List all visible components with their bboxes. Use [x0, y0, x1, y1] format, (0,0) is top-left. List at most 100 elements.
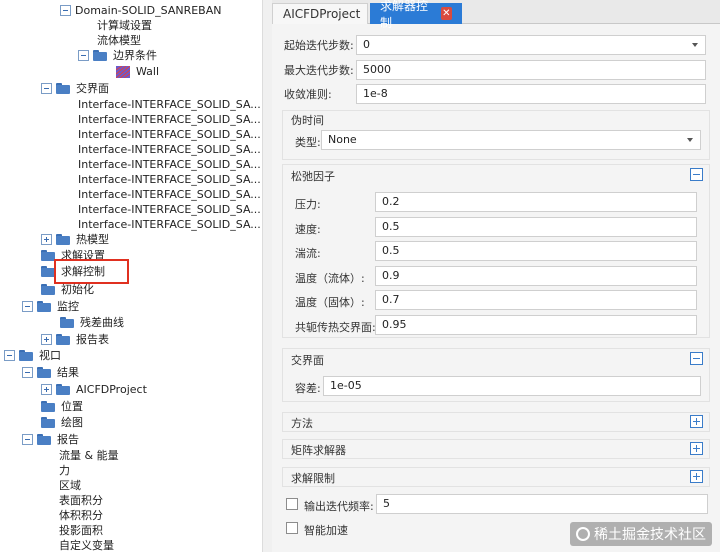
- tree-item-interface[interactable]: Interface-INTERFACE_SOLID_SA...: [78, 202, 261, 217]
- collapse-icon[interactable]: [78, 50, 89, 61]
- temp-fluid-label: 温度（流体）:: [295, 272, 365, 285]
- collapse-icon[interactable]: [60, 5, 71, 16]
- tree-item-report[interactable]: 报告: [22, 432, 79, 447]
- relaxation-group: 松弛因子 压力: 0.2 速度: 0.5 湍流: 0.5 温度（流体）: 0.9…: [282, 164, 710, 338]
- tab-label: AICFDProject: [283, 7, 361, 21]
- tree-item-interface[interactable]: Interface-INTERFACE_SOLID_SA...: [78, 172, 261, 187]
- method-group[interactable]: 方法: [282, 412, 710, 432]
- tab-aicfdproject[interactable]: AICFDProject: [272, 3, 368, 24]
- type-value: None: [328, 133, 357, 146]
- tree-item-interface[interactable]: Interface-INTERFACE_SOLID_SA...: [78, 187, 261, 202]
- start-iter-select[interactable]: 0: [356, 35, 706, 55]
- tree-item-monitor[interactable]: 监控: [22, 299, 79, 314]
- tree-item-results[interactable]: 结果: [22, 365, 79, 380]
- tree-item-label: Interface-INTERFACE_SOLID_SA...: [78, 158, 261, 171]
- group-title: 伪时间: [291, 114, 324, 127]
- collapse-group-icon[interactable]: [690, 168, 703, 181]
- expand-icon[interactable]: [41, 234, 52, 245]
- folder-icon: [41, 284, 55, 295]
- tree-item-label: Interface-INTERFACE_SOLID_SA...: [78, 173, 261, 186]
- tree-item-compute-domain-settings[interactable]: 计算域设置: [97, 18, 152, 33]
- tree-item-plot[interactable]: 绘图: [41, 415, 83, 430]
- tree-item-label: 绘图: [61, 416, 83, 429]
- tree-item-report-sub[interactable]: 体积积分: [59, 508, 103, 523]
- tree-item-report-sub[interactable]: 力: [59, 463, 70, 478]
- expand-group-icon[interactable]: [690, 442, 703, 455]
- solve-limits-group[interactable]: 求解限制: [282, 467, 710, 487]
- tab-bar: AICFDProject 求解器控制 ✕: [272, 0, 720, 30]
- smart-accel-label: 智能加速: [304, 524, 348, 537]
- velocity-input[interactable]: 0.5: [375, 217, 697, 237]
- folder-icon: [93, 50, 107, 61]
- collapse-icon[interactable]: [22, 301, 33, 312]
- tree-item-interface[interactable]: Interface-INTERFACE_SOLID_SA...: [78, 127, 261, 142]
- smart-accel-checkbox[interactable]: [286, 522, 298, 534]
- pressure-label: 压力:: [295, 198, 321, 211]
- folder-icon: [56, 83, 70, 94]
- watermark: 稀土掘金技术社区: [570, 522, 712, 546]
- tree-item-label: Interface-INTERFACE_SOLID_SA...: [78, 218, 261, 231]
- tree-item-label: 结果: [57, 366, 79, 379]
- expand-icon[interactable]: [41, 334, 52, 345]
- tree-item-position[interactable]: 位置: [41, 399, 83, 414]
- tab-solver-control[interactable]: 求解器控制 ✕: [370, 0, 462, 30]
- tree-item-report-sub[interactable]: 自定义变量: [59, 538, 114, 552]
- collapse-icon[interactable]: [4, 350, 15, 361]
- tree-item-label: 投影面积: [59, 524, 103, 537]
- splitter[interactable]: [262, 0, 272, 552]
- tolerance-input[interactable]: 1e-05: [323, 376, 701, 396]
- tree-item-label: Interface-INTERFACE_SOLID_SA...: [78, 143, 261, 156]
- expand-icon[interactable]: [41, 384, 52, 395]
- tree-item-interface[interactable]: Interface-INTERFACE_SOLID_SA...: [78, 142, 261, 157]
- tree-item-label: Interface-INTERFACE_SOLID_SA...: [78, 203, 261, 216]
- convergence-input[interactable]: 1e-8: [356, 84, 706, 104]
- expand-group-icon[interactable]: [690, 415, 703, 428]
- tree-item-interface[interactable]: Interface-INTERFACE_SOLID_SA...: [78, 112, 261, 127]
- tree-item-interface[interactable]: Interface-INTERFACE_SOLID_SA...: [78, 157, 261, 172]
- temp-fluid-input[interactable]: 0.9: [375, 266, 697, 286]
- tree-item-report-table[interactable]: 报告表: [41, 332, 109, 347]
- highlight-box: [54, 259, 129, 284]
- tree-item-boundary-conditions[interactable]: 边界条件: [78, 48, 157, 63]
- max-iter-input[interactable]: 5000: [356, 60, 706, 80]
- tree-item-report-sub[interactable]: 流量 & 能量: [59, 448, 119, 463]
- turbulence-input[interactable]: 0.5: [375, 241, 697, 261]
- close-icon[interactable]: ✕: [440, 7, 452, 20]
- output-freq-input[interactable]: 5: [376, 494, 708, 514]
- tree-item-domain[interactable]: Domain-SOLID_SANREBAN: [60, 3, 221, 18]
- tree-item-residual-curve[interactable]: 残差曲线: [60, 315, 124, 330]
- collapse-icon[interactable]: [22, 434, 33, 445]
- pressure-input[interactable]: 0.2: [375, 192, 697, 212]
- max-iter-row: 最大迭代步数:: [284, 60, 354, 80]
- tree-item-label: 流量 & 能量: [59, 449, 119, 462]
- tree-item-viewport[interactable]: 视口: [4, 348, 61, 363]
- tree-item-label: 流体模型: [97, 34, 141, 47]
- pseudo-time-type-select[interactable]: None: [321, 130, 701, 150]
- tree-item-label: 视口: [39, 349, 61, 362]
- tree-item-report-sub[interactable]: 投影面积: [59, 523, 103, 538]
- temp-solid-input[interactable]: 0.7: [375, 290, 697, 310]
- tolerance-label: 容差:: [295, 382, 321, 395]
- tree-item-fluid-model[interactable]: 流体模型: [97, 33, 141, 48]
- tree-item-heat-model[interactable]: 热模型: [41, 232, 109, 247]
- tree-item-wall[interactable]: Wall: [116, 64, 159, 79]
- tree-item-label: Domain-SOLID_SANREBAN: [75, 4, 222, 17]
- collapse-group-icon[interactable]: [690, 352, 703, 365]
- tree-item-report-sub[interactable]: 表面积分: [59, 493, 103, 508]
- tree-item-interface[interactable]: Interface-INTERFACE_SOLID_SA...: [78, 97, 261, 112]
- tree-item-project[interactable]: AICFDProject: [41, 382, 147, 397]
- tree-item-initialization[interactable]: 初始化: [41, 282, 94, 297]
- tree-item-interface[interactable]: Interface-INTERFACE_SOLID_SA...: [78, 217, 261, 232]
- expand-group-icon[interactable]: [690, 470, 703, 483]
- collapse-icon[interactable]: [41, 83, 52, 94]
- pressure-value: 0.2: [382, 195, 400, 208]
- matrix-solver-group[interactable]: 矩阵求解器: [282, 439, 710, 459]
- collapse-icon[interactable]: [22, 367, 33, 378]
- start-iter-row: 起始迭代步数:: [284, 35, 354, 55]
- tree-item-interfaces[interactable]: 交界面: [41, 81, 109, 96]
- output-freq-checkbox[interactable]: [286, 498, 298, 510]
- tree-item-label: 报告表: [76, 333, 109, 346]
- group-title: 方法: [291, 417, 313, 430]
- tree-item-report-sub[interactable]: 区域: [59, 478, 81, 493]
- conjugate-input[interactable]: 0.95: [375, 315, 697, 335]
